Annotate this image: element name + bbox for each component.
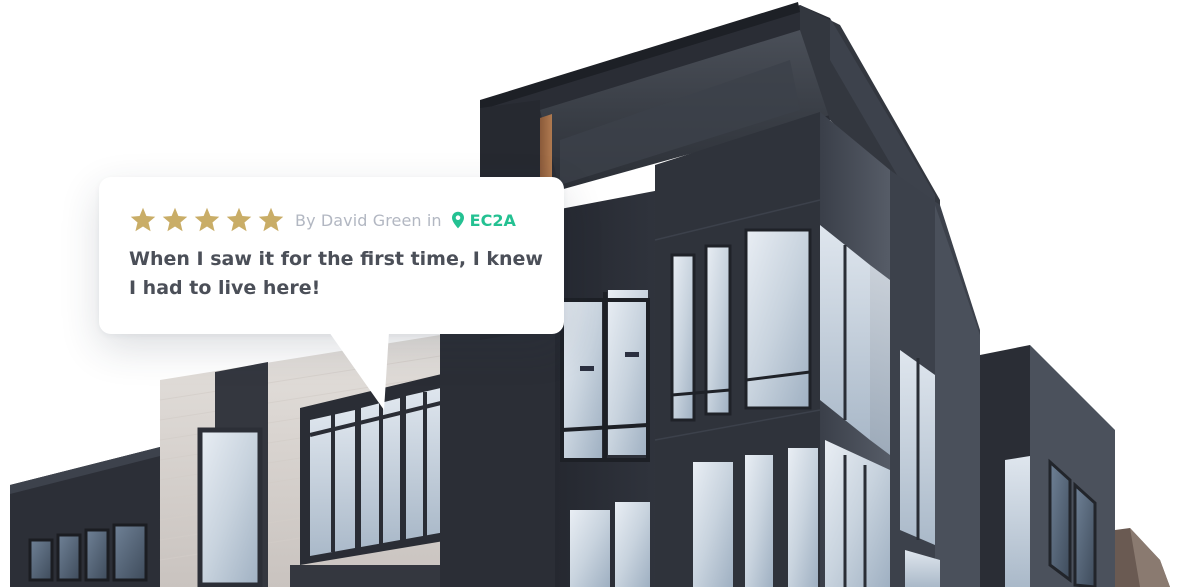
star-icon xyxy=(226,207,252,232)
star-icon xyxy=(130,207,156,232)
location-code: EC2A xyxy=(469,210,516,230)
star-icon xyxy=(162,207,188,232)
star-rating xyxy=(129,206,285,234)
star-icon xyxy=(194,207,220,232)
map-pin-icon xyxy=(451,211,464,229)
review-byline: By David Green in xyxy=(295,210,442,230)
hero-stage: By David Green in EC2A When I saw it for… xyxy=(0,0,1181,587)
review-quote: When I saw it for the first time, I knew… xyxy=(129,248,543,299)
review-location[interactable]: EC2A xyxy=(451,211,516,230)
star-icon xyxy=(258,207,284,232)
review-card: By David Green in EC2A When I saw it for… xyxy=(99,177,564,410)
review-meta: By David Green in EC2A xyxy=(129,205,534,235)
